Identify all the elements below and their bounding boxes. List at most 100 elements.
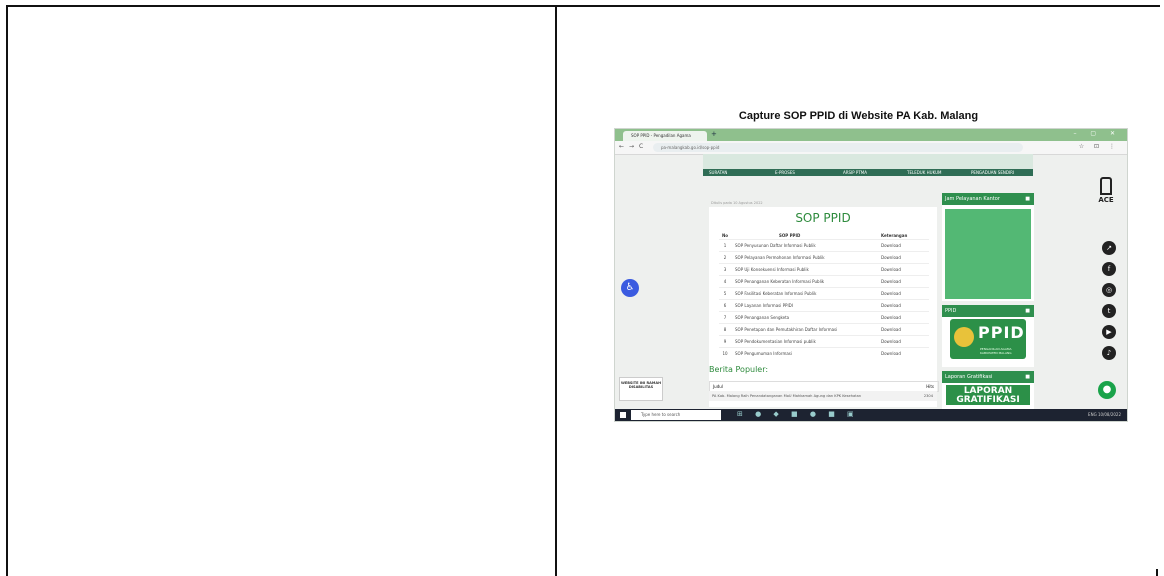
browser-tabbar: SOP PPID - Pengadilan Agama + – ▢ ✕ [615,129,1127,141]
document-icon: ■ [1025,374,1030,380]
site-banner: SURATAN E-PROSES ARSIP PTMA TELEDUK HUKU… [703,154,1033,176]
download-link[interactable]: Download [881,303,901,308]
address-bar: ← → C pa-malangkab.go.id/sop-ppid ☆ ⊡ ⋮ [615,141,1127,155]
widget-header: Laporan Gratifikasi ■ [942,371,1034,383]
page-title: SOP PPID [795,211,851,225]
widget-title: Laporan Gratifikasi [945,374,993,380]
col-name: SOP PPID [779,233,801,238]
berita-row[interactable]: PA Kab. Malang Raih Penandatanganan MoU … [709,391,937,401]
row-name: SOP Pengumuman Informasi [735,351,792,356]
youtube-icon[interactable]: ▶ [1102,325,1116,339]
accessibility-icon[interactable]: ♿ [621,279,639,297]
windows-taskbar: Type here to search ⊞ ● ◆ ■ ● ■ ▣ ENG 10… [615,409,1127,421]
download-link[interactable]: Download [881,351,901,356]
berita-populer-title: Berita Populer: [709,365,769,374]
row-name: SOP Layanan Informasi PPIDI [735,303,793,308]
system-tray: ENG 10/08/2022 [1088,412,1121,417]
row-no: 6 [723,303,727,308]
right-cell: Capture SOP PPID di Website PA Kab. Mala… [557,7,1160,576]
row-name: SOP Penetapan dan Pemutakhiran Daftar In… [735,327,838,332]
banner-strip: SURATAN E-PROSES ARSIP PTMA TELEDUK HUKU… [703,169,1033,176]
row-name: SOP Penanganan Sengketa [735,315,790,320]
row-no: 5 [723,291,727,296]
ace-figure-icon [1100,177,1112,195]
browser-tab[interactable]: SOP PPID - Pengadilan Agama [623,131,707,141]
download-link[interactable]: Download [881,315,901,320]
row-no: 3 [723,267,727,272]
chat-icon[interactable]: ● [1098,381,1116,399]
banner-link[interactable]: TELEDUK HUKUM [907,170,941,175]
facebook-icon[interactable]: f [1102,262,1116,276]
bookmark-icon: ■ [1025,196,1030,202]
row-no: 4 [723,279,727,284]
laporan-widget: Laporan Gratifikasi ■ LAPORAN GRATIFIKASI [942,371,1034,409]
row-no: 2 [723,255,727,260]
browser-toolbar-icons[interactable]: ☆ ⊡ ⋮ [1079,143,1119,150]
berita-title[interactable]: PA Kab. Malang Raih Penandatanganan MoU … [712,394,861,398]
download-link[interactable]: Download [881,267,901,272]
window-controls[interactable]: – ▢ ✕ [1073,130,1121,137]
ppid-logo[interactable]: PPID PENGADILAN AGAMA KABUPATEN MALANG [950,319,1026,359]
download-link[interactable]: Download [881,291,901,296]
row-no: 1 [723,243,727,248]
cell-end-mark [1156,569,1158,576]
tiktok-icon[interactable]: ♪ [1102,346,1116,360]
ppid-logo-subtitle: PENGADILAN AGAMA KABUPATEN MALANG [980,347,1012,355]
banner-link[interactable]: SURATAN [709,170,727,175]
instagram-icon[interactable]: ◎ [1102,283,1116,297]
widget-header: Jam Pelayanan Kantor ■ [942,193,1034,205]
download-link[interactable]: Download [881,339,901,344]
left-cell-empty [8,7,553,576]
browser-screenshot: SOP PPID - Pengadilan Agama + – ▢ ✕ ← → … [614,128,1128,422]
banner-link[interactable]: PENGADUAN SENDIRI [971,170,1014,175]
col-ket: Keterangan [881,233,908,238]
row-name: SOP Penanganan Keberatan Informasi Publi… [735,279,825,284]
download-link[interactable]: Download [881,243,901,248]
row-name: SOP Fasilitasi Keberatan Informasi Publi… [735,291,817,296]
row-name: SOP Penyusunan Daftar Informasi Publik [735,243,816,248]
table-row: 10 SOP Pengumuman Informasi Download [719,347,929,360]
banner-link[interactable]: ARSIP PTMA [843,170,867,175]
row-name: SOP Pelayanan Permohonan Informasi Publi… [735,255,825,260]
twitter-icon[interactable]: t [1102,304,1116,318]
post-meta: Ditulis pada 10 Agustus 2022 [711,201,763,205]
col-no: No [721,233,729,238]
ppid-widget: PPID ■ PPID PENGADILAN AGAMA KABUPATEN MA… [942,305,1034,367]
row-name: SOP Pendokumentasian Informasi publik [735,339,816,344]
row-no: 7 [723,315,727,320]
new-tab-icon[interactable]: + [711,130,717,138]
laporan-gratifikasi-logo[interactable]: LAPORAN GRATIFIKASI [946,385,1030,405]
widget-title: PPID [945,308,957,314]
emblem-icon [954,327,974,347]
download-link[interactable]: Download [881,327,901,332]
row-name: SOP Uji Konsekuensi Informasi Publik [735,267,809,272]
berita-hits: 2304 [923,394,933,398]
jam-pelayanan-widget: Jam Pelayanan Kantor ■ [942,193,1034,301]
judul-label: Judul [713,384,723,389]
row-no: 8 [723,327,727,332]
download-link[interactable]: Download [881,279,901,284]
reload-icon[interactable]: C [639,143,643,150]
ace-label: ACE [1098,196,1114,204]
taskbar-search-input[interactable]: Type here to search [631,410,721,420]
service-hours-poster [945,209,1031,299]
document-icon: ■ [1025,308,1030,314]
download-link[interactable]: Download [881,255,901,260]
widget-header: PPID ■ [942,305,1034,317]
widget-title: Jam Pelayanan Kantor [945,196,1000,202]
share-icon[interactable]: ↗ [1102,241,1116,255]
figure-caption: Capture SOP PPID di Website PA Kab. Mala… [738,110,979,122]
ace-widget[interactable]: ACE [1091,177,1121,211]
taskbar-app-icons[interactable]: ⊞ ● ◆ ■ ● ■ ▣ [737,410,859,418]
windows-start-icon[interactable] [620,412,626,418]
url-input[interactable]: pa-malangkab.go.id/sop-ppid [653,143,1023,152]
hits-label: Hits [926,384,934,389]
banner-link[interactable]: E-PROSES [775,170,795,175]
disability-friendly-badge: WEBSITE INI RAMAH DISABILITAS [619,377,663,401]
forward-icon[interactable]: → [629,143,634,150]
ppid-logo-text: PPID [978,323,1025,342]
back-icon[interactable]: ← [619,143,624,150]
main-content: SOP PPID No SOP PPID Keterangan 1 SOP Pen… [709,207,939,407]
row-no: 9 [723,339,727,344]
document-table: Capture SOP PPID di Website PA Kab. Mala… [6,5,1160,576]
